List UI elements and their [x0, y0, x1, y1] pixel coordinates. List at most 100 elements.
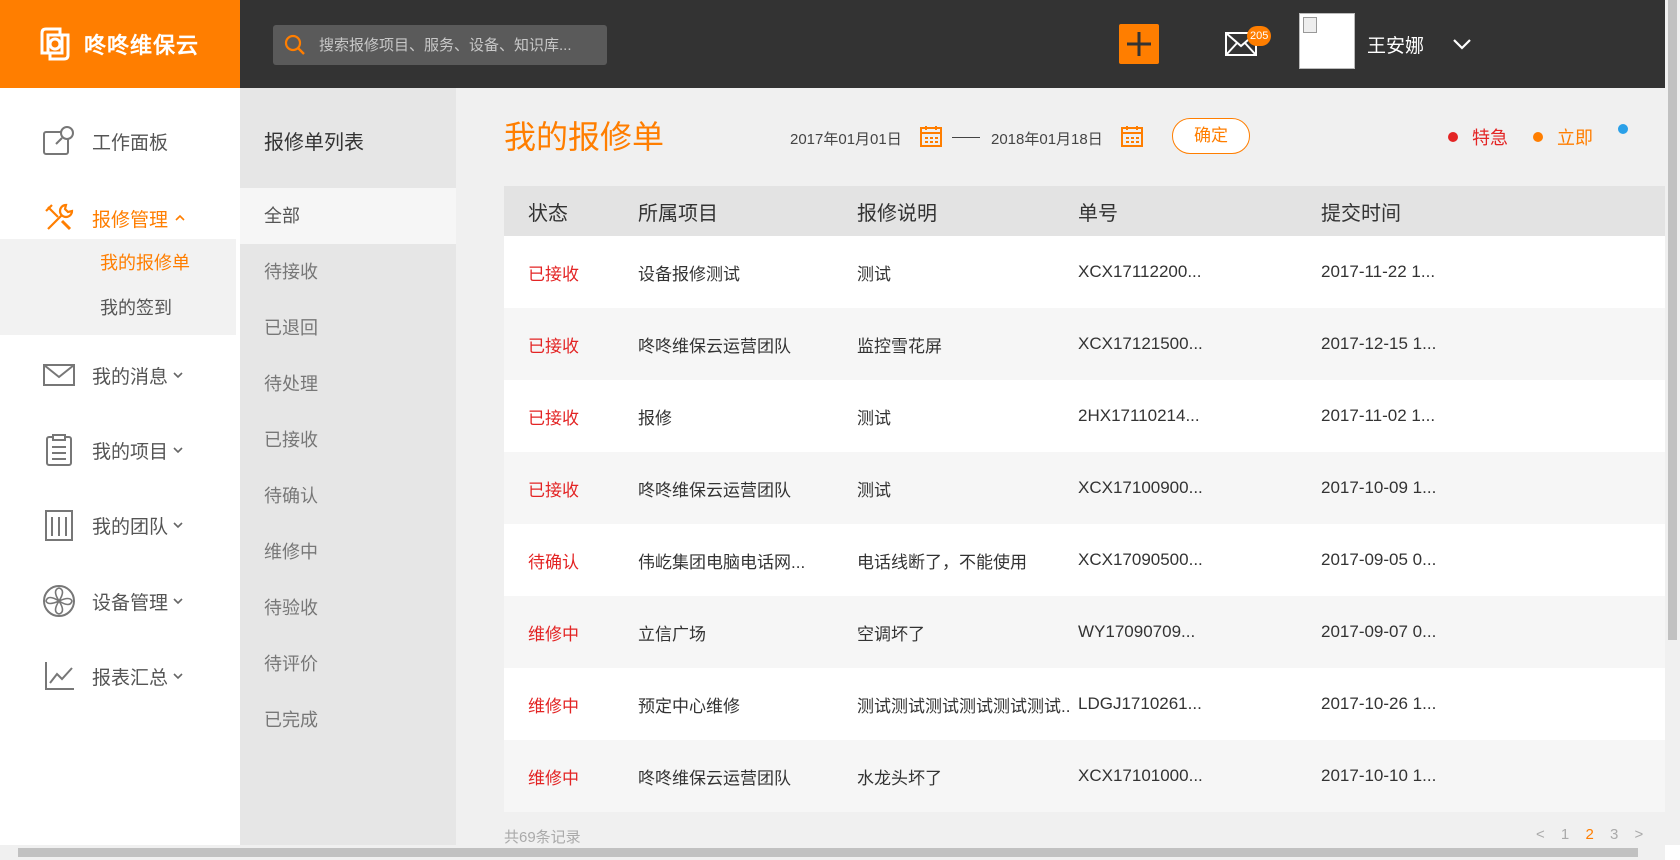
header-status: 状态	[528, 202, 568, 225]
nav-label: 设备管理	[92, 592, 169, 614]
calendar-icon[interactable]	[1120, 124, 1144, 148]
filter-item-pending-process[interactable]: 待处理	[240, 356, 456, 412]
cell-description: 水龙头坏了	[857, 768, 942, 788]
horizontal-scrollbar[interactable]	[0, 845, 1665, 860]
table-row[interactable]: 维修中 咚咚维保云运营团队 水龙头坏了 XCX17101000... 2017-10-1…	[504, 740, 1666, 812]
orange-dot-icon	[1533, 132, 1543, 142]
nav-item-team[interactable]: 我的团队	[0, 500, 240, 550]
filter-item-pending-confirm[interactable]: 待确认	[240, 468, 456, 524]
cell-description: 电话线断了，不能使用	[857, 552, 1027, 572]
cell-order-number: LDGJ1710261...	[1078, 694, 1202, 713]
status-filter-column: 报修单列表 全部 待接收 已退回 待处理 已接收 待确认 维修中 待验收 待评价…	[240, 88, 456, 845]
calendar-icon[interactable]	[919, 124, 943, 148]
table-row[interactable]: 已接收 咚咚维保云运营团队 监控雪花屏 XCX17121500... 2017-12-1…	[504, 308, 1666, 380]
wrench-icon	[45, 203, 74, 231]
cell-project: 立信广场	[638, 624, 706, 644]
confirm-button[interactable]: 确定	[1172, 118, 1250, 154]
nav-item-devices[interactable]: 设备管理	[0, 576, 240, 626]
building-icon	[45, 510, 73, 541]
page-next[interactable]: >	[1634, 826, 1649, 843]
scroll-thumb[interactable]	[1668, 0, 1677, 640]
table-row[interactable]: 维修中 预定中心维修 测试测试测试测试测试测试... LDGJ1710261... 20…	[504, 668, 1666, 740]
cell-order-number: XCX17112200...	[1078, 262, 1202, 281]
sub-item-my-repairs[interactable]: 我的报修单	[100, 249, 190, 275]
cell-submit-time: 2017-10-10 1...	[1321, 766, 1437, 785]
cell-status: 已接收	[528, 408, 579, 428]
page-3[interactable]: 3	[1610, 826, 1624, 843]
table-row[interactable]: 已接收 咚咚维保云运营团队 测试 XCX17100900... 2017-10-09 1…	[504, 452, 1666, 524]
search-input[interactable]	[319, 36, 599, 54]
broken-image-icon	[1303, 17, 1317, 33]
red-dot-icon	[1448, 132, 1458, 142]
cell-order-number: XCX17101000...	[1078, 766, 1203, 785]
scroll-thumb[interactable]	[18, 848, 1638, 857]
cell-project: 咚咚维保云运营团队	[638, 768, 791, 788]
nav-label: 报修管理	[92, 209, 169, 231]
table-header: 状态 所属项目 报修说明 单号 提交时间	[504, 186, 1666, 236]
blue-dot-icon	[1618, 124, 1628, 134]
cell-order-number: XCX17090500...	[1078, 550, 1203, 569]
left-nav: 工作面板 报修管理 我的报修单 我的签到 我的消息 我的项目 我的团队 设备管理…	[0, 88, 240, 860]
cell-order-number: WY17090709...	[1078, 622, 1196, 641]
header-order-number: 单号	[1078, 202, 1118, 225]
date-to[interactable]: 2018年01月18日	[991, 128, 1103, 149]
sub-item-my-signin[interactable]: 我的签到	[100, 294, 172, 320]
app-logo[interactable]: 咚咚维保云	[0, 0, 240, 88]
nav-label: 我的项目	[92, 441, 169, 463]
logo-icon	[40, 27, 70, 61]
filter-item-pending-inspect[interactable]: 待验收	[240, 580, 456, 636]
nav-label: 报表汇总	[92, 667, 169, 689]
cell-submit-time: 2017-12-15 1...	[1321, 334, 1437, 353]
cell-submit-time: 2017-11-02 1...	[1321, 406, 1436, 425]
nav-item-repair[interactable]: 报修管理	[0, 193, 240, 243]
table-row[interactable]: 已接收 报修 测试 2HX17110214... 2017-11-02 1...	[504, 380, 1666, 452]
nav-item-dashboard[interactable]: 工作面板	[0, 116, 240, 166]
cell-order-number: 2HX17110214...	[1078, 406, 1200, 425]
header-submit-time: 提交时间	[1321, 202, 1401, 225]
chevron-down-icon[interactable]	[1451, 33, 1473, 55]
cell-project: 设备报修测试	[638, 264, 740, 284]
filter-item-pending-accept[interactable]: 待接收	[240, 244, 456, 300]
cell-submit-time: 2017-11-22 1...	[1321, 262, 1436, 281]
cell-description: 测试	[857, 480, 891, 500]
envelope-icon	[43, 364, 75, 386]
username[interactable]: 王安娜	[1367, 31, 1424, 58]
search-box[interactable]	[273, 25, 607, 65]
nav-item-messages[interactable]: 我的消息	[0, 350, 240, 400]
filter-item-all[interactable]: 全部	[240, 188, 456, 244]
filter-item-pending-review[interactable]: 待评价	[240, 636, 456, 692]
header-description: 报修说明	[857, 202, 937, 225]
date-range-separator	[952, 137, 980, 138]
cell-status: 已接收	[528, 264, 579, 284]
table-row[interactable]: 待确认 伟屹集团电脑电话网... 电话线断了，不能使用 XCX17090500... 2…	[504, 524, 1666, 596]
filter-item-accepted[interactable]: 已接收	[240, 412, 456, 468]
date-from[interactable]: 2017年01月01日	[790, 128, 902, 149]
cell-status: 维修中	[528, 696, 579, 716]
cell-submit-time: 2017-10-09 1...	[1321, 478, 1437, 497]
cell-project: 咚咚维保云运营团队	[638, 480, 791, 500]
cell-project: 报修	[638, 408, 672, 428]
add-button[interactable]	[1119, 24, 1159, 64]
cell-description: 测试	[857, 264, 891, 284]
chevron-down-icon	[173, 372, 183, 379]
page-prev[interactable]: < 1	[1536, 826, 1575, 843]
filter-item-repairing[interactable]: 维修中	[240, 524, 456, 580]
filter-item-returned[interactable]: 已退回	[240, 300, 456, 356]
table-row[interactable]: 已接收 设备报修测试 测试 XCX17112200... 2017-11-22 1...	[504, 236, 1666, 308]
table-row[interactable]: 维修中 立信广场 空调坏了 WY17090709... 2017-09-07 0...	[504, 596, 1666, 668]
nav-label: 我的消息	[92, 366, 169, 388]
vertical-scrollbar[interactable]	[1665, 0, 1680, 845]
legend-label: 立即	[1557, 128, 1593, 148]
legend-label: 特急	[1472, 128, 1508, 148]
nav-item-projects[interactable]: 我的项目	[0, 425, 240, 475]
pagination: < 1 2 3 >	[1536, 826, 1649, 843]
cell-order-number: XCX17100900...	[1078, 478, 1203, 497]
table-body: 已接收 设备报修测试 测试 XCX17112200... 2017-11-22 1...…	[504, 236, 1666, 812]
top-bar: 咚咚维保云 205 王安娜	[0, 0, 1680, 88]
page-2[interactable]: 2	[1585, 826, 1599, 843]
filter-item-completed[interactable]: 已完成	[240, 692, 456, 748]
legend-urgent: 特急	[1448, 124, 1508, 150]
cell-submit-time: 2017-09-07 0...	[1321, 622, 1437, 641]
avatar[interactable]	[1299, 13, 1355, 69]
nav-item-reports[interactable]: 报表汇总	[0, 651, 240, 701]
